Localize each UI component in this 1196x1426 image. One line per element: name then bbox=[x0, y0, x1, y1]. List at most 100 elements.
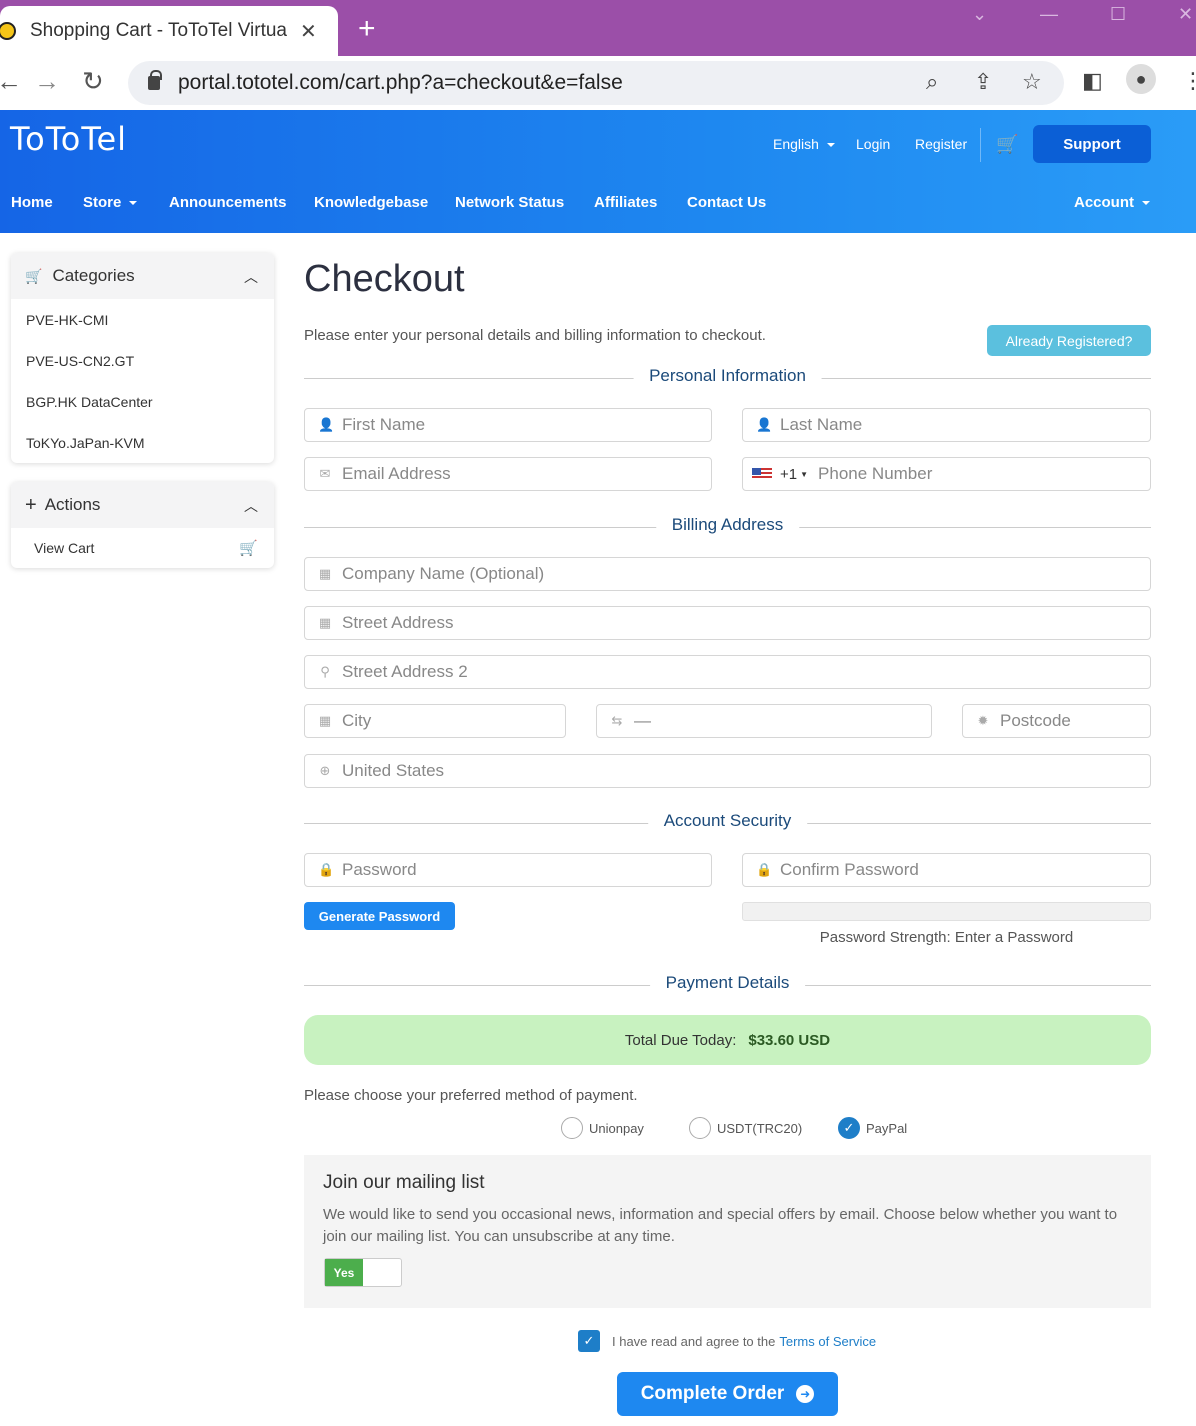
total-due-value: $33.60 USD bbox=[748, 1031, 831, 1049]
browser-tab[interactable]: Shopping Cart - ToToTel Virtua ✕ bbox=[0, 6, 338, 56]
street-address-field[interactable]: ▦ Street Address bbox=[304, 606, 1151, 640]
side-panel-icon[interactable]: ◧ bbox=[1082, 68, 1103, 94]
street-address-2-field[interactable]: ⚲ Street Address 2 bbox=[304, 655, 1151, 689]
payment-option-paypal[interactable]: ✓ PayPal bbox=[838, 1117, 907, 1139]
caret-icon bbox=[129, 201, 138, 206]
us-flag-icon[interactable] bbox=[752, 468, 772, 480]
share-icon[interactable]: ⇪ bbox=[974, 69, 992, 95]
first-name-field[interactable]: 👤 First Name bbox=[304, 408, 712, 442]
mailing-list-box: Join our mailing list We would like to s… bbox=[304, 1155, 1151, 1308]
nav-account-label: Account bbox=[1074, 194, 1134, 211]
nav-store[interactable]: Store bbox=[83, 194, 138, 211]
state-value: — bbox=[634, 711, 651, 730]
view-cart-item[interactable]: View Cart 🛒 bbox=[11, 528, 274, 568]
building-icon: ▦ bbox=[318, 566, 332, 581]
generate-password-button[interactable]: Generate Password bbox=[304, 902, 455, 930]
confirm-password-field[interactable]: 🔒 Confirm Password bbox=[742, 853, 1151, 887]
nav-knowledgebase[interactable]: Knowledgebase bbox=[314, 194, 428, 211]
nav-affiliates[interactable]: Affiliates bbox=[594, 194, 657, 211]
minimize-icon[interactable]: — bbox=[1040, 4, 1058, 25]
intro-text: Please enter your personal details and b… bbox=[304, 327, 766, 344]
radio-checked-icon[interactable]: ✓ bbox=[838, 1117, 860, 1139]
menu-kebab-icon[interactable]: ⋮ bbox=[1182, 68, 1196, 94]
chevron-down-icon[interactable]: ⌄ bbox=[972, 4, 987, 25]
state-select[interactable]: ⇆ — bbox=[596, 704, 932, 738]
nav-account[interactable]: Account bbox=[1074, 194, 1150, 211]
profile-avatar-icon[interactable]: ● bbox=[1126, 64, 1156, 94]
zoom-icon[interactable]: ⌕ bbox=[926, 69, 938, 95]
chevron-up-icon[interactable]: ︿ bbox=[244, 496, 258, 516]
back-icon[interactable]: ← bbox=[0, 66, 22, 97]
maximize-icon[interactable]: ☐ bbox=[1110, 4, 1126, 25]
radio-button[interactable] bbox=[561, 1117, 583, 1139]
categories-header[interactable]: 🛒 Categories ︿ bbox=[11, 253, 274, 299]
company-placeholder: Company Name (Optional) bbox=[342, 564, 545, 583]
reload-icon[interactable]: ↻ bbox=[82, 66, 104, 97]
mailing-list-toggle[interactable]: Yes bbox=[324, 1258, 402, 1287]
new-tab-icon[interactable]: + bbox=[358, 12, 376, 46]
forward-icon[interactable]: → bbox=[34, 66, 60, 97]
language-dropdown[interactable]: English bbox=[773, 136, 835, 152]
actions-header[interactable]: + Actions ︿ bbox=[11, 482, 274, 528]
cart-icon: 🛒 bbox=[25, 267, 43, 284]
phone-country-code[interactable]: +1 bbox=[780, 466, 797, 483]
actions-panel: + Actions ︿ View Cart 🛒 bbox=[11, 482, 274, 568]
country-select[interactable]: ⊕ United States bbox=[304, 754, 1151, 788]
street-address-2-placeholder: Street Address 2 bbox=[342, 662, 468, 681]
login-link[interactable]: Login bbox=[856, 136, 890, 152]
country-value: United States bbox=[342, 761, 445, 780]
category-item[interactable]: BGP.HK DataCenter bbox=[11, 381, 274, 422]
nav-home[interactable]: Home bbox=[11, 194, 53, 211]
tab-close-icon[interactable]: ✕ bbox=[300, 19, 317, 44]
already-registered-button[interactable]: Already Registered? bbox=[987, 325, 1151, 356]
language-label: English bbox=[773, 136, 819, 152]
category-item[interactable]: ToKYo.JaPan-KVM bbox=[11, 422, 274, 463]
last-name-field[interactable]: 👤 Last Name bbox=[742, 408, 1151, 442]
payment-option-usdt[interactable]: USDT(TRC20) bbox=[689, 1117, 802, 1139]
nav-contact-us[interactable]: Contact Us bbox=[687, 194, 766, 211]
category-item[interactable]: PVE-US-CN2.GT bbox=[11, 340, 274, 381]
mailing-list-description: We would like to send you occasional new… bbox=[323, 1206, 1118, 1245]
email-field[interactable]: ✉ Email Address bbox=[304, 457, 712, 491]
postcode-field[interactable]: ✹ Postcode bbox=[962, 704, 1151, 738]
tab-title: Shopping Cart - ToToTel Virtua bbox=[30, 20, 288, 41]
phone-field[interactable]: +1 ▼ Phone Number bbox=[742, 457, 1151, 491]
radio-button[interactable] bbox=[689, 1117, 711, 1139]
password-strength-bar bbox=[742, 902, 1151, 921]
terms-checkbox[interactable]: ✓ bbox=[578, 1330, 600, 1352]
building-icon: ▦ bbox=[318, 615, 332, 630]
city-field[interactable]: ▦ City bbox=[304, 704, 566, 738]
password-placeholder: Password bbox=[342, 860, 417, 879]
site-logo[interactable]: ToToTel bbox=[10, 120, 127, 158]
section-account-security: Account Security bbox=[304, 811, 1151, 835]
complete-order-button[interactable]: Complete Order ➜ bbox=[617, 1372, 838, 1416]
section-personal-information: Personal Information bbox=[304, 366, 1151, 390]
categories-title: Categories bbox=[52, 266, 135, 285]
phone-placeholder: Phone Number bbox=[818, 464, 933, 483]
user-icon: 👤 bbox=[318, 417, 335, 432]
arrow-right-circle-icon: ➜ bbox=[796, 1385, 815, 1403]
plus-icon: + bbox=[25, 493, 37, 516]
section-title: Billing Address bbox=[655, 515, 800, 535]
url-bar[interactable]: portal.tototel.com/cart.php?a=checkout&e… bbox=[128, 61, 1064, 105]
password-strength-text: Password Strength: Enter a Password bbox=[819, 929, 1074, 946]
close-window-icon[interactable]: ✕ bbox=[1178, 4, 1193, 25]
category-item[interactable]: PVE-HK-CMI bbox=[11, 299, 274, 340]
bookmark-star-icon[interactable]: ☆ bbox=[1022, 69, 1042, 95]
company-field[interactable]: ▦ Company Name (Optional) bbox=[304, 557, 1151, 591]
cart-icon: 🛒 bbox=[239, 540, 258, 557]
nav-network-status[interactable]: Network Status bbox=[455, 194, 564, 211]
password-field[interactable]: 🔒 Password bbox=[304, 853, 712, 887]
chevron-up-icon[interactable]: ︿ bbox=[244, 267, 258, 287]
tab-favicon-icon bbox=[0, 22, 16, 40]
register-link[interactable]: Register bbox=[915, 136, 967, 152]
nav-announcements[interactable]: Announcements bbox=[169, 194, 287, 211]
postcode-placeholder: Postcode bbox=[1000, 711, 1071, 730]
complete-order-label: Complete Order bbox=[640, 1383, 785, 1404]
payment-prompt: Please choose your preferred method of p… bbox=[304, 1087, 638, 1104]
section-title: Payment Details bbox=[649, 973, 806, 993]
payment-option-unionpay[interactable]: Unionpay bbox=[561, 1117, 644, 1139]
cart-icon[interactable]: 🛒 bbox=[996, 134, 1018, 155]
terms-of-service-link[interactable]: Terms of Service bbox=[779, 1334, 876, 1349]
support-button[interactable]: Support bbox=[1033, 125, 1151, 163]
